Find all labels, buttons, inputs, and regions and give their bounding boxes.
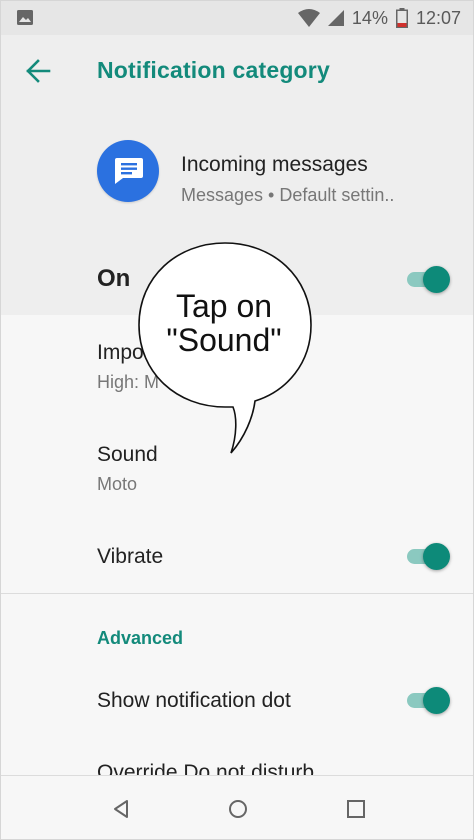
sound-subtitle: Moto: [97, 474, 138, 494]
clock: 12:07: [415, 7, 461, 28]
back-triangle-icon[interactable]: [109, 797, 133, 821]
back-arrow-icon[interactable]: [25, 58, 51, 84]
phone-screen: 14% 12:07 Notification category Incoming: [0, 0, 474, 840]
vibrate-toggle[interactable]: [405, 542, 450, 570]
vibrate-title[interactable]: Vibrate: [97, 545, 163, 569]
on-toggle[interactable]: [405, 265, 450, 293]
advanced-section-label: Advanced: [97, 628, 184, 648]
on-label: On: [97, 265, 131, 292]
signal-icon: [327, 10, 344, 26]
app-subtitle: Messages • Default settin..: [181, 185, 395, 205]
wifi-icon: [297, 9, 320, 27]
callout-line-1: Tap on: [175, 288, 273, 324]
page-title: Notification category: [97, 57, 330, 83]
navigation-bar: [1, 775, 473, 839]
callout-text: Tap on "Sound": [137, 289, 311, 357]
battery-percent: 14%: [351, 7, 388, 28]
battery-icon: [395, 8, 408, 28]
home-circle-icon[interactable]: [226, 797, 250, 821]
notification-dot-title[interactable]: Show notification dot: [97, 689, 291, 713]
notification-dot-toggle[interactable]: [405, 686, 450, 714]
messages-app-icon: [97, 140, 159, 202]
app-name: Incoming messages: [181, 153, 368, 176]
section-divider: [1, 593, 473, 594]
recents-square-icon[interactable]: [344, 797, 368, 821]
callout-line-2: "Sound": [166, 322, 282, 358]
gallery-icon: [17, 10, 33, 25]
status-bar: 14% 12:07: [1, 1, 473, 35]
